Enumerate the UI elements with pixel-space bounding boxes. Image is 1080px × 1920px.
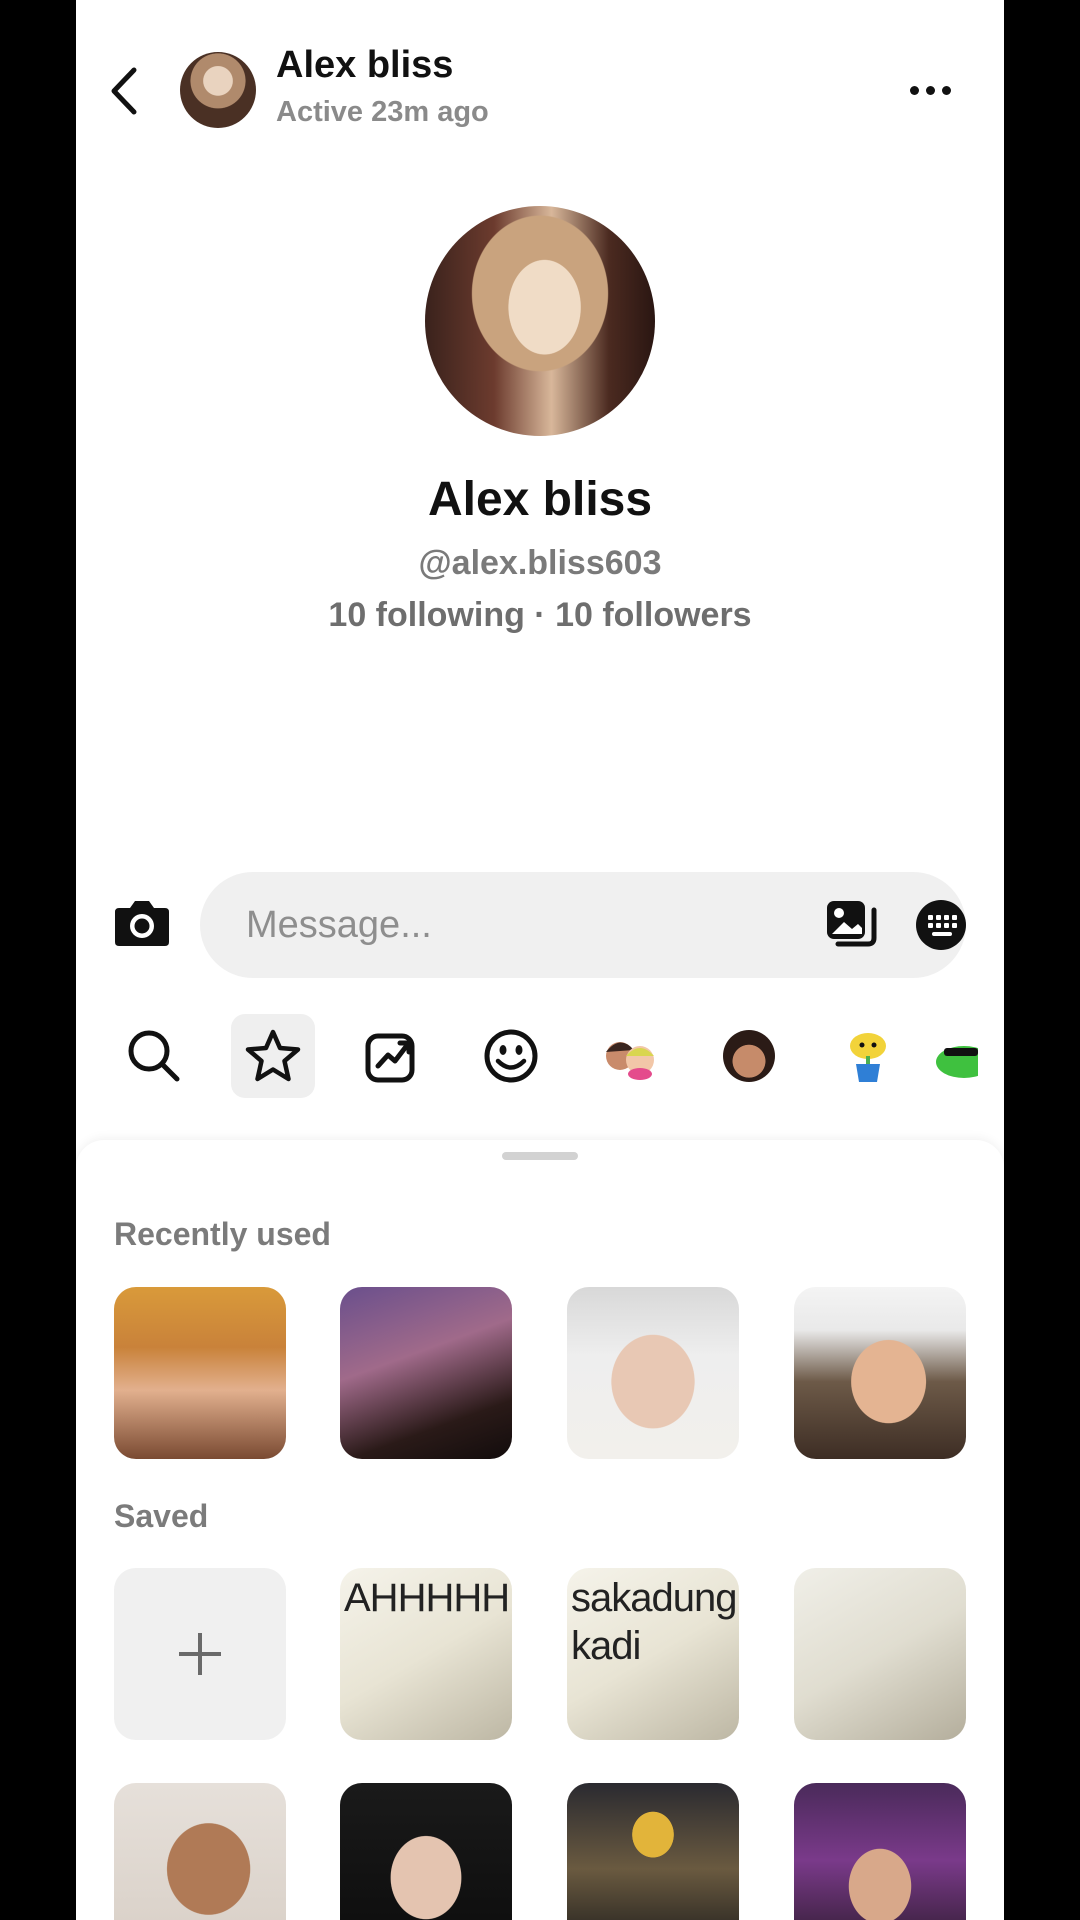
saved-sticker-5[interactable] [340,1783,512,1920]
sticker-sheet: Recently used Saved AHHHHH sakadung kadi [76,1140,1004,1920]
saved-title: Saved [114,1498,209,1534]
chat-screen: Alex bliss Active 23m ago Alex bliss @al… [76,0,1004,1920]
profile-avatar[interactable] [425,206,655,436]
sticker-tabs [76,1014,1004,1100]
header-avatar[interactable] [180,52,256,128]
search-icon[interactable] [112,1014,196,1098]
message-bar [200,872,966,978]
recently-used-title: Recently used [114,1216,331,1252]
gallery-icon[interactable] [824,898,878,952]
saved-sticker-blank[interactable] [794,1568,966,1740]
saved-sticker-6[interactable] [567,1783,739,1920]
trending-icon[interactable] [350,1014,434,1098]
recent-sticker-2[interactable] [340,1287,512,1459]
keyboard-icon[interactable] [915,899,967,951]
bitmoji-pair-icon[interactable] [588,1014,672,1098]
profile-name: Alex bliss [427,473,653,526]
header-name[interactable]: Alex bliss [276,44,453,87]
recent-sticker-1[interactable] [114,1287,286,1459]
saved-sticker-text: AHHHHH [344,1576,510,1620]
saved-sticker-sakadung[interactable]: sakadung kadi [567,1568,739,1740]
recent-sticker-3[interactable] [567,1287,739,1459]
profile-stats: 10 following · 10 followers [328,596,752,634]
saved-sticker-4[interactable] [114,1783,286,1920]
smiley-icon[interactable] [469,1014,553,1098]
back-icon[interactable] [104,64,148,118]
plant-sticker-icon[interactable] [826,1014,910,1098]
recent-sticker-4[interactable] [794,1287,966,1459]
frog-sticker-icon[interactable] [934,1014,1004,1098]
more-options-icon[interactable] [910,86,951,95]
plus-icon [114,1568,286,1740]
avatar-face-icon[interactable] [707,1014,791,1098]
saved-sticker-7[interactable] [794,1783,966,1920]
saved-sticker-ahhh[interactable]: AHHHHH [340,1568,512,1740]
add-sticker-button[interactable] [114,1568,286,1740]
camera-icon[interactable] [113,898,171,948]
sheet-handle[interactable] [502,1152,578,1160]
message-input[interactable] [244,896,668,954]
saved-sticker-text: sakadung kadi [571,1576,737,1668]
star-icon[interactable] [231,1014,315,1098]
profile-handle: @alex.bliss603 [418,544,662,582]
header-status: Active 23m ago [276,96,489,128]
